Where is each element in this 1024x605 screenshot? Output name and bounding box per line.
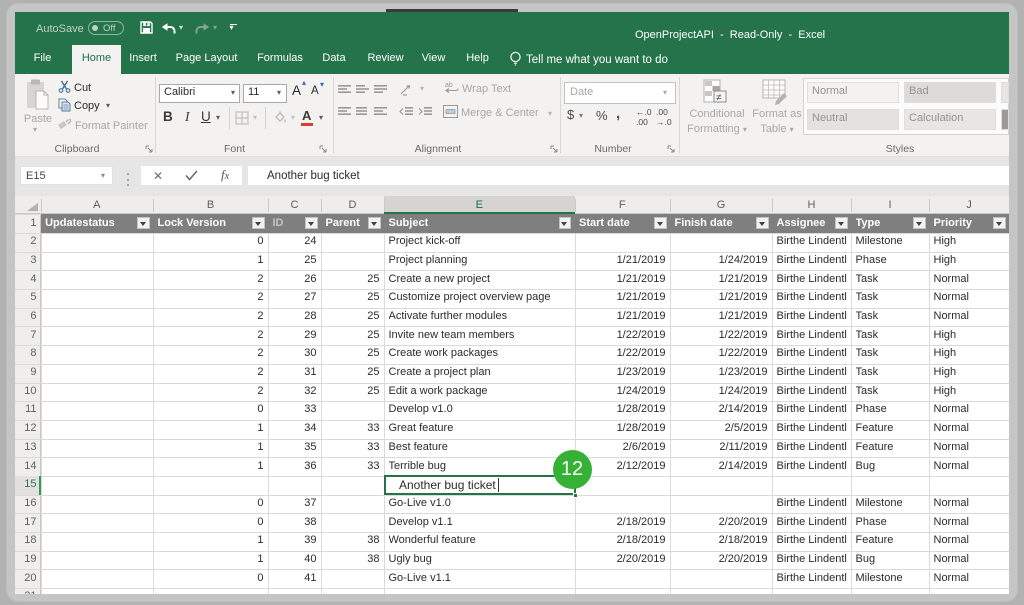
svg-text:ab: ab — [445, 82, 453, 89]
svg-text:≠: ≠ — [716, 93, 722, 104]
